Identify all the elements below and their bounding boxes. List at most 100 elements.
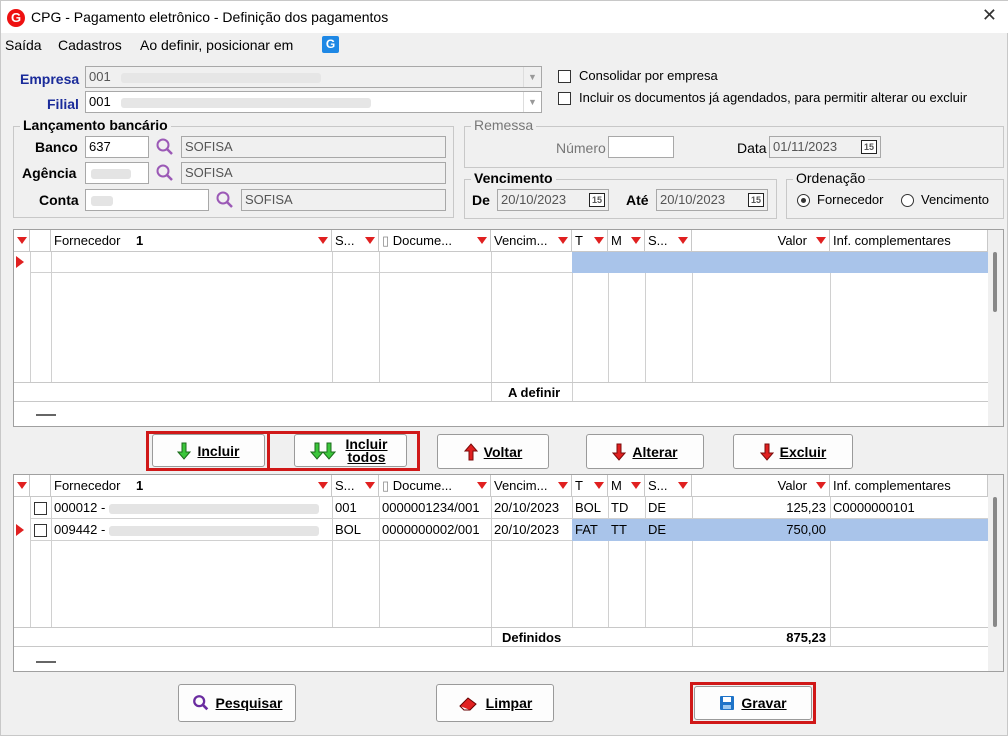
- scrollbar[interactable]: [988, 230, 1003, 426]
- filter-icon[interactable]: [594, 482, 604, 489]
- filter-icon[interactable]: [816, 237, 826, 244]
- col-documento[interactable]: ▯ Docume...: [379, 475, 491, 497]
- consolidar-label: Consolidar por empresa: [579, 68, 718, 83]
- menu-saida[interactable]: Saída: [5, 37, 42, 53]
- document-icon: ▯: [382, 233, 390, 248]
- scrollbar-thumb[interactable]: [993, 252, 997, 312]
- table-row[interactable]: [30, 252, 572, 273]
- alterar-button[interactable]: Alterar: [586, 434, 704, 469]
- close-icon[interactable]: ✕: [982, 5, 997, 26]
- filter-icon[interactable]: [477, 482, 487, 489]
- top-grid[interactable]: Fornecedor 1 S... ▯ Docume... Vencim... T…: [13, 229, 1004, 427]
- excluir-button[interactable]: Excluir: [733, 434, 853, 469]
- filter-icon[interactable]: [365, 237, 375, 244]
- col-m[interactable]: M: [608, 230, 645, 252]
- pesquisar-label: Pesquisar: [215, 695, 283, 711]
- cell-fornecedor: 000012 -: [54, 497, 330, 519]
- numero-input[interactable]: [608, 136, 674, 158]
- empresa-value: 001: [89, 69, 111, 84]
- remessa-group: Remessa: [464, 117, 1004, 168]
- bottom-footer-label: Definidos: [502, 630, 562, 645]
- col-fornecedor[interactable]: Fornecedor 1: [51, 475, 332, 497]
- ate-input[interactable]: 20/10/2023 15: [656, 189, 768, 211]
- filter-icon[interactable]: [318, 237, 328, 244]
- col-fornecedor[interactable]: Fornecedor 1: [51, 230, 332, 252]
- col-s2[interactable]: S...: [645, 230, 692, 252]
- row-checkbox[interactable]: [34, 524, 47, 537]
- col-documento[interactable]: ▯ Docume...: [379, 230, 491, 252]
- vencimento-title: Vencimento: [471, 170, 556, 186]
- banco-label: Banco: [35, 139, 78, 155]
- col-vencimento[interactable]: Vencim...: [491, 475, 572, 497]
- filter-icon[interactable]: [678, 482, 688, 489]
- table-row-selected[interactable]: [572, 252, 988, 273]
- highlight-frame: [690, 682, 816, 724]
- radio-vencimento-label: Vencimento: [921, 192, 989, 207]
- de-input[interactable]: 20/10/2023 15: [497, 189, 609, 211]
- g-logo-icon[interactable]: G: [322, 36, 339, 53]
- banco-input[interactable]: 637: [85, 136, 149, 158]
- filter-icon[interactable]: [318, 482, 328, 489]
- search-icon: [192, 695, 208, 711]
- agencia-name: SOFISA: [181, 162, 446, 184]
- data-input[interactable]: 01/11/2023 15: [769, 136, 881, 158]
- row-checkbox[interactable]: [34, 502, 47, 515]
- conta-input[interactable]: [85, 189, 209, 211]
- filter-icon[interactable]: [365, 482, 375, 489]
- cell-s2: DE: [648, 500, 667, 515]
- col-valor[interactable]: Valor: [692, 230, 830, 252]
- calendar-icon[interactable]: 15: [861, 140, 877, 154]
- filter-icon[interactable]: [17, 237, 27, 244]
- col-s[interactable]: S...: [332, 230, 379, 252]
- col-inf[interactable]: Inf. complementares: [830, 475, 988, 497]
- col-inf-label: Inf. complementares: [833, 233, 951, 248]
- empresa-select[interactable]: 001 ▼: [85, 66, 542, 88]
- chevron-down-icon[interactable]: ▼: [523, 92, 541, 112]
- limpar-button[interactable]: Limpar: [436, 684, 554, 722]
- cell-valor: 125,23: [786, 500, 826, 515]
- scrollbar-thumb[interactable]: [993, 497, 997, 627]
- search-icon[interactable]: [155, 137, 175, 157]
- bottom-grid[interactable]: Fornecedor 1 S... ▯ Docume... Vencim... T…: [13, 474, 1004, 672]
- splitter-handle[interactable]: [36, 661, 56, 663]
- incluir-agendados-checkbox[interactable]: [558, 92, 571, 105]
- col-t[interactable]: T: [572, 230, 608, 252]
- col-s[interactable]: S...: [332, 475, 379, 497]
- chevron-down-icon[interactable]: ▼: [523, 67, 541, 87]
- filter-icon[interactable]: [678, 237, 688, 244]
- consolidar-checkbox[interactable]: [558, 70, 571, 83]
- search-icon[interactable]: [155, 163, 175, 183]
- filter-icon[interactable]: [558, 482, 568, 489]
- menu-cadastros[interactable]: Cadastros: [58, 37, 122, 53]
- filter-icon[interactable]: [631, 237, 641, 244]
- scrollbar[interactable]: [988, 475, 1003, 671]
- filter-icon[interactable]: [594, 237, 604, 244]
- calendar-icon[interactable]: 15: [589, 193, 605, 207]
- radio-vencimento[interactable]: [901, 194, 914, 207]
- filter-icon[interactable]: [558, 237, 568, 244]
- splitter-handle[interactable]: [36, 414, 56, 416]
- pesquisar-button[interactable]: Pesquisar: [178, 684, 296, 722]
- filter-icon[interactable]: [17, 482, 27, 489]
- col-m[interactable]: M: [608, 475, 645, 497]
- eraser-icon: [458, 697, 477, 711]
- col-inf[interactable]: Inf. complementares: [830, 230, 988, 252]
- filial-select[interactable]: 001 ▼: [85, 91, 542, 113]
- lancamento-title: Lançamento bancário: [20, 117, 171, 133]
- filter-icon[interactable]: [816, 482, 826, 489]
- col-s2[interactable]: S...: [645, 475, 692, 497]
- menu-ao-definir[interactable]: Ao definir, posicionar em: [140, 37, 293, 53]
- col-valor[interactable]: Valor: [692, 475, 830, 497]
- cell-m: TD: [611, 500, 629, 515]
- conta-name: SOFISA: [241, 189, 446, 211]
- filter-icon[interactable]: [477, 237, 487, 244]
- agencia-input[interactable]: [85, 162, 149, 184]
- search-icon[interactable]: [215, 190, 235, 210]
- calendar-icon[interactable]: 15: [748, 193, 764, 207]
- voltar-button[interactable]: Voltar: [437, 434, 549, 469]
- col-vencimento[interactable]: Vencim...: [491, 230, 572, 252]
- empresa-label: Empresa: [20, 71, 80, 87]
- filter-icon[interactable]: [631, 482, 641, 489]
- col-t[interactable]: T: [572, 475, 608, 497]
- radio-fornecedor[interactable]: [797, 194, 810, 207]
